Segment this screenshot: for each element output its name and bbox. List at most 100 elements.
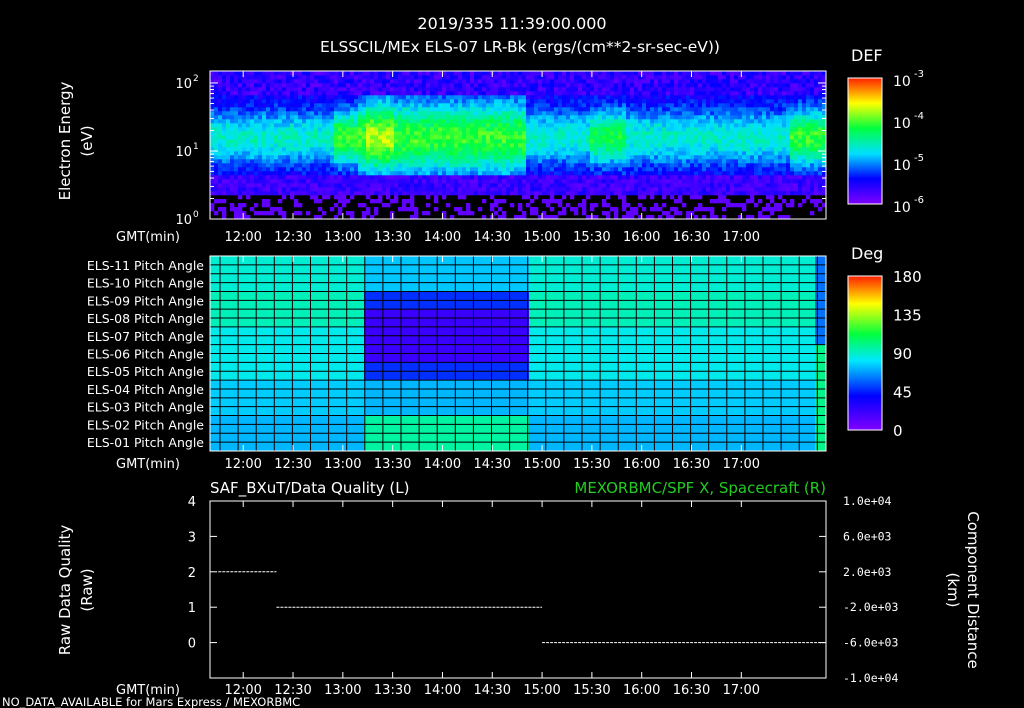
spectrogram-cell xyxy=(270,87,275,92)
spectrogram-cell xyxy=(694,119,699,124)
spectrogram-cell xyxy=(434,103,439,108)
spectrogram-cell xyxy=(418,119,423,124)
spectrogram-cell xyxy=(742,127,747,132)
spectrogram-cell xyxy=(490,139,495,144)
spectrogram-cell xyxy=(254,171,259,176)
spectrogram-cell xyxy=(786,83,791,88)
spectrogram-cell xyxy=(502,143,507,148)
spectrogram-cell xyxy=(734,103,739,108)
spectrogram-cell xyxy=(746,119,751,124)
spectrogram-cell xyxy=(422,147,427,152)
spectrogram-cell xyxy=(214,91,219,96)
spectrogram-cell xyxy=(226,111,231,116)
spectrogram-cell xyxy=(530,187,535,192)
spectrogram-cell xyxy=(614,159,619,164)
spectrogram-cell xyxy=(726,99,731,104)
spectrogram-cell xyxy=(646,155,651,160)
spectrogram-cell xyxy=(634,151,639,156)
spectrogram-cell xyxy=(350,183,355,188)
spectrogram-cell xyxy=(486,123,491,128)
spectrogram-cell xyxy=(438,159,443,164)
spectrogram-cell xyxy=(698,99,703,104)
spectrogram-cell xyxy=(430,103,435,108)
spectrogram-cell xyxy=(306,143,311,148)
spectrogram-cell xyxy=(682,131,687,136)
spectrogram-cell xyxy=(710,75,715,80)
spectrogram-cell xyxy=(686,87,691,92)
spectrogram-cell xyxy=(386,123,391,128)
spectrogram-cell xyxy=(554,87,559,92)
spectrogram-cell xyxy=(698,159,703,164)
spectrogram-cell xyxy=(498,199,503,204)
spectrogram-cell xyxy=(554,75,559,80)
spectrogram-cell xyxy=(270,119,275,124)
spectrogram-cell xyxy=(298,187,303,192)
spectrogram-cell xyxy=(806,127,811,132)
spectrogram-cell xyxy=(218,155,223,160)
spectrogram-cell xyxy=(582,171,587,176)
spectrogram-cell xyxy=(298,95,303,100)
spectrogram-cell xyxy=(754,75,759,80)
spectrogram-cell xyxy=(462,91,467,96)
spectrogram-cell xyxy=(434,75,439,80)
spectrogram-cell xyxy=(762,111,767,116)
spectrogram-cell xyxy=(454,71,459,76)
spectrogram-cell xyxy=(806,95,811,100)
spectrogram-cell xyxy=(214,135,219,140)
spectrogram-cell xyxy=(298,179,303,184)
spectrogram-cell xyxy=(466,99,471,104)
spectrogram-cell xyxy=(450,71,455,76)
spectrogram-cell xyxy=(562,99,567,104)
spectrogram-cell xyxy=(410,195,415,200)
spectrogram-cell xyxy=(506,127,511,132)
spectrogram-cell xyxy=(778,135,783,140)
spectrogram-cell xyxy=(722,163,727,168)
spectrogram-cell xyxy=(242,103,247,108)
spectrogram-cell xyxy=(638,103,643,108)
spectrogram-cell xyxy=(486,87,491,92)
spectrogram-cell xyxy=(574,119,579,124)
spectrogram-cell xyxy=(294,199,299,204)
spectrogram-cell xyxy=(770,107,775,112)
spectrogram-cell xyxy=(530,139,535,144)
spectrogram-cell xyxy=(478,123,483,128)
spectrogram-cell xyxy=(342,135,347,140)
spectrogram-cell xyxy=(794,187,799,192)
spectrogram-cell xyxy=(738,159,743,164)
spectrogram-cell xyxy=(262,71,267,76)
spectrogram-cell xyxy=(670,131,675,136)
spectrogram-cell xyxy=(330,139,335,144)
spectrogram-cell xyxy=(370,107,375,112)
spectrogram-cell xyxy=(742,111,747,116)
spectrogram-cell xyxy=(366,179,371,184)
spectrogram-cell xyxy=(242,107,247,112)
spectrogram-cell xyxy=(710,167,715,172)
spectrogram-cell xyxy=(466,211,471,216)
spectrogram-cell xyxy=(786,75,791,80)
spectrogram-cell xyxy=(790,95,795,100)
spectrogram-cell xyxy=(658,155,663,160)
spectrogram-cell xyxy=(378,147,383,152)
spectrogram-cell xyxy=(618,91,623,96)
spectrogram-cell xyxy=(558,155,563,160)
spectrogram-cell xyxy=(734,159,739,164)
spectrogram-cell xyxy=(302,159,307,164)
spectrogram-cell xyxy=(562,159,567,164)
spectrogram-cell xyxy=(538,103,543,108)
spectrogram-cell xyxy=(670,135,675,140)
spectrogram-cell xyxy=(342,171,347,176)
spectrogram-cell xyxy=(730,99,735,104)
spectrogram-cell xyxy=(254,151,259,156)
spectrogram-cell xyxy=(674,143,679,148)
spectrogram-cell xyxy=(486,79,491,84)
spectrogram-cell xyxy=(318,75,323,80)
spectrogram-cell xyxy=(538,123,543,128)
spectrogram-cell xyxy=(398,127,403,132)
spectrogram-cell xyxy=(238,155,243,160)
spectrogram-cell xyxy=(770,71,775,76)
spectrogram-cell xyxy=(522,131,527,136)
spectrogram-cell xyxy=(318,199,323,204)
spectrogram-cell xyxy=(626,115,631,120)
spectrogram-cell xyxy=(762,135,767,140)
spectrogram-cell xyxy=(738,83,743,88)
